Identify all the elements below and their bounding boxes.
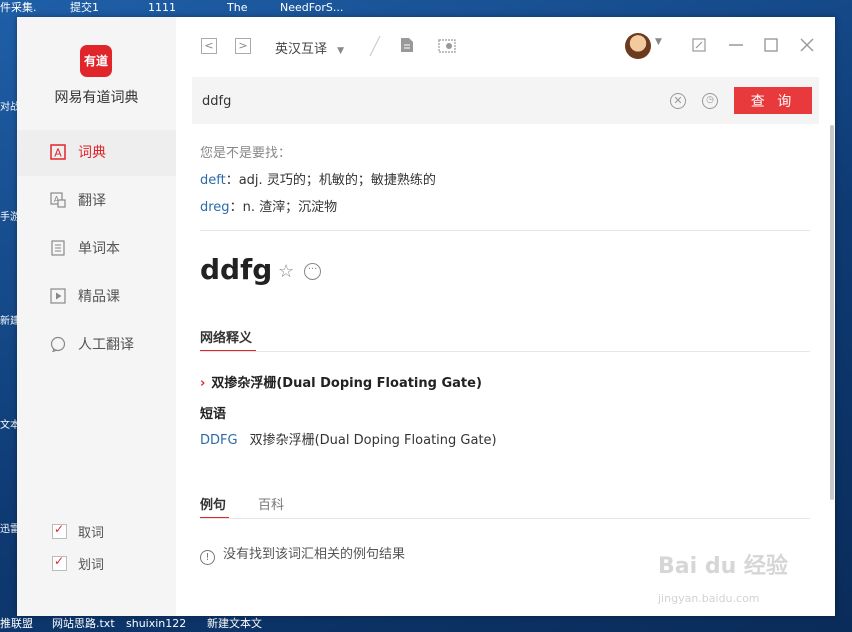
suggestion-word[interactable]: dreg (200, 200, 230, 215)
headword: ddfg (200, 253, 273, 286)
no-result-message: ! 没有找到该词汇相关的例句结果 (200, 543, 405, 565)
tab-examples[interactable]: 例句 (200, 494, 226, 513)
suggestion-word[interactable]: deft (200, 173, 226, 188)
desktop-item[interactable]: shuixin122 (126, 616, 186, 632)
toolbar: < > 英汉互译 ▼ ▼ (176, 17, 835, 75)
forward-button[interactable]: > (235, 38, 251, 54)
desktop-item[interactable]: 新建文本文 (207, 616, 262, 632)
sidebar-item-label: 翻译 (78, 193, 106, 209)
chevron-down-icon[interactable]: ▼ (655, 37, 662, 47)
maximize-icon[interactable] (764, 38, 778, 52)
tab-web-definition[interactable]: 网络释义 (200, 327, 252, 346)
select-word-checkbox[interactable] (52, 554, 67, 571)
phrase-word[interactable]: DDFG (200, 433, 238, 448)
toolbar-separator (369, 35, 381, 57)
sidebar-item-label: 词典 (78, 145, 106, 161)
translation-mode-label: 英汉互译 (275, 42, 328, 57)
scrollbar[interactable] (830, 125, 834, 500)
baidu-watermark-url: jingyan.baidu.com (658, 592, 760, 605)
desktop-item[interactable]: 件采集. (0, 0, 37, 16)
desktop-item[interactable]: The (227, 0, 247, 16)
wordbook-icon (51, 240, 65, 256)
desktop-item[interactable]: 新建 (0, 312, 17, 327)
svg-text:A: A (54, 147, 62, 160)
query-button[interactable]: 查 询 (734, 87, 812, 114)
search-input[interactable] (200, 90, 644, 112)
translate-icon: A (50, 192, 66, 208)
youdao-logo: 有道 (80, 45, 112, 77)
suggestion-separator: ： (225, 173, 239, 188)
suggestion-item[interactable]: deft：adj. 灵巧的；机敏的；敏捷熟练的 (200, 169, 436, 188)
desktop-item[interactable]: 网站思路.txt (52, 616, 115, 632)
suggestion-hint: 您是不是要找： (200, 146, 292, 161)
history-icon[interactable]: ◷ (702, 93, 718, 109)
desktop-item[interactable]: 文本 (0, 416, 17, 431)
web-definition-entry: › 双掺杂浮栅(Dual Doping Floating Gate) (200, 372, 482, 391)
human-translate-icon (50, 336, 66, 352)
capture-word-checkbox[interactable] (52, 522, 67, 539)
sidebar: 有道 网易有道词典 A 词典 A 翻译 单词本 精品课 人工翻译 取词 划词 (17, 17, 176, 616)
desktop-item[interactable]: 对战 (0, 98, 17, 113)
tab-encyclopedia[interactable]: 百科 (258, 494, 284, 513)
desktop-bottom-icons: 推联盟 网站思路.txt shuixin122 新建文本文 (0, 616, 852, 632)
desktop-item[interactable]: 提交1 (70, 0, 99, 16)
divider (200, 351, 810, 352)
desktop-item[interactable]: 迅雷 (0, 520, 17, 535)
sidebar-item-wordbook[interactable]: 单词本 (17, 226, 176, 272)
sidebar-item-translate[interactable]: A 翻译 (17, 178, 176, 224)
divider (200, 518, 810, 519)
suggestion-definition: n. 渣滓；沉淀物 (242, 200, 338, 215)
app-brand-title: 网易有道词典 (54, 90, 139, 106)
divider (200, 230, 810, 231)
no-result-text: 没有找到该词汇相关的例句结果 (223, 547, 406, 562)
phrase-definition: 双掺杂浮栅(Dual Doping Floating Gate) (249, 433, 497, 448)
search-bar: ✕ ◷ 查 询 (192, 77, 819, 124)
desktop-item[interactable]: NeedForS... (280, 0, 343, 16)
chevron-down-icon: ▼ (337, 46, 345, 56)
web-definition-text: 双掺杂浮栅(Dual Doping Floating Gate) (211, 376, 482, 391)
desktop-item[interactable]: 手游 (0, 208, 17, 223)
sidebar-item-label: 单词本 (78, 241, 120, 257)
suggestion-definition: adj. 灵巧的；机敏的；敏捷熟练的 (238, 173, 436, 188)
sidebar-item-label: 人工翻译 (78, 337, 134, 353)
info-icon: ! (200, 550, 215, 565)
youdao-dictionary-window: 有道 网易有道词典 A 词典 A 翻译 单词本 精品课 人工翻译 取词 划词 < (17, 17, 835, 616)
chevron-right-icon: › (200, 376, 206, 391)
sidebar-item-human-translate[interactable]: 人工翻译 (17, 322, 176, 368)
screenshot-icon[interactable] (438, 37, 456, 53)
clear-icon[interactable]: ✕ (670, 93, 686, 109)
sidebar-item-course[interactable]: 精品课 (17, 274, 176, 320)
minimize-icon[interactable] (729, 44, 743, 46)
desktop-item[interactable]: 推联盟 (0, 616, 33, 632)
dictionary-icon: A (50, 144, 66, 160)
desktop-top-icons: 件采集. 提交1 1111 The NeedForS... (0, 0, 852, 16)
compact-mode-icon[interactable] (692, 38, 706, 52)
phrase-item: DDFG 双掺杂浮栅(Dual Doping Floating Gate) (200, 429, 497, 448)
suggestion-item[interactable]: dreg：n. 渣滓；沉淀物 (200, 196, 337, 215)
main-content: < > 英汉互译 ▼ ▼ ✕ ◷ 查 询 您是不是要找： (176, 17, 835, 616)
translation-mode-select[interactable]: 英汉互译 ▼ (275, 38, 344, 57)
avatar[interactable] (625, 33, 651, 59)
sidebar-item-dictionary[interactable]: A 词典 (17, 130, 176, 176)
back-button[interactable]: < (201, 38, 217, 54)
phrase-section-label: 短语 (200, 407, 227, 422)
baidu-watermark: Bai du 经验 (658, 554, 788, 579)
course-icon (50, 288, 66, 304)
sidebar-item-label: 精品课 (78, 289, 120, 305)
more-icon[interactable]: ··· (304, 263, 321, 280)
desktop-item[interactable]: 1111 (148, 0, 176, 16)
document-icon[interactable] (400, 37, 414, 53)
select-word-label: 划词 (78, 558, 105, 573)
capture-word-label: 取词 (78, 526, 105, 541)
star-icon[interactable]: ☆ (278, 261, 294, 282)
close-icon[interactable] (800, 38, 814, 52)
suggestion-separator: ： (229, 200, 243, 215)
